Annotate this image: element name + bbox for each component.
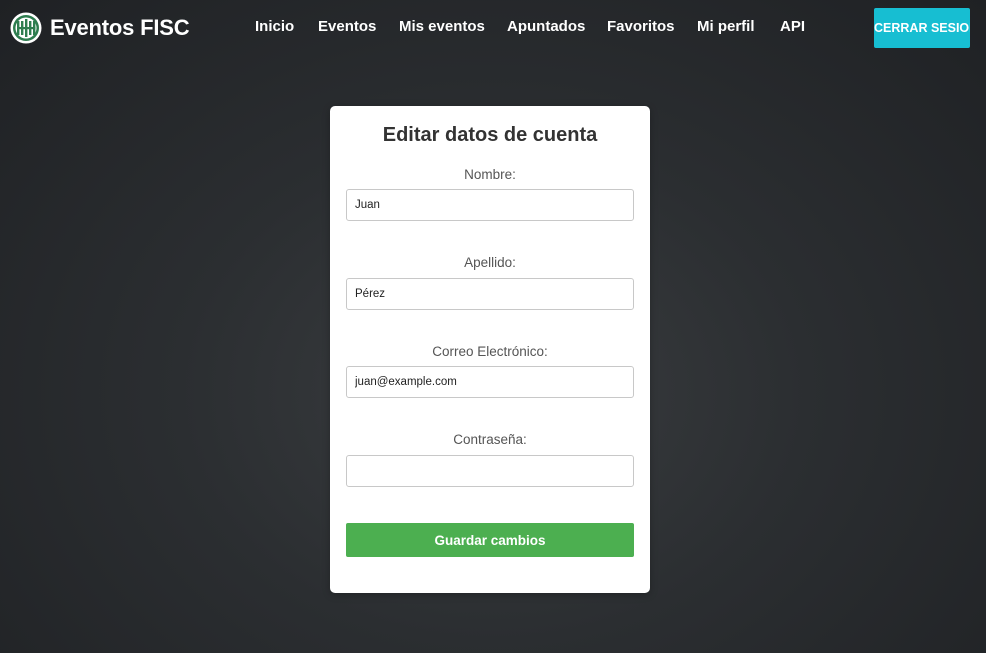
save-changes-button[interactable]: Guardar cambios	[346, 523, 634, 557]
nav-link-mis-eventos[interactable]: Mis eventos	[399, 18, 485, 35]
nav-link-mi-perfil[interactable]: Mi perfil	[697, 18, 755, 35]
nav-link-apuntados[interactable]: Apuntados	[507, 18, 585, 35]
last-name-input[interactable]	[346, 278, 634, 310]
email-label: Correo Electrónico:	[432, 344, 548, 359]
logout-button[interactable]: CERRAR SESION	[874, 8, 970, 48]
last-name-label: Apellido:	[464, 255, 516, 270]
nav-links: Inicio Eventos Mis eventos Apuntados Fav…	[0, 0, 986, 56]
nav-link-api[interactable]: API	[780, 18, 805, 35]
nav-link-favoritos[interactable]: Favoritos	[607, 18, 675, 35]
email-input[interactable]	[346, 366, 634, 398]
nav-link-eventos[interactable]: Eventos	[318, 18, 376, 35]
first-name-input[interactable]	[346, 189, 634, 221]
first-name-label: Nombre:	[464, 167, 516, 182]
password-label: Contraseña:	[453, 432, 527, 447]
form-title: Editar datos de cuenta	[382, 124, 598, 146]
nav-link-inicio[interactable]: Inicio	[255, 18, 294, 35]
edit-account-card: Editar datos de cuenta Nombre: Apellido:…	[330, 106, 650, 593]
password-input[interactable]	[346, 455, 634, 487]
top-navbar: Eventos FISC Inicio Eventos Mis eventos …	[0, 0, 986, 56]
